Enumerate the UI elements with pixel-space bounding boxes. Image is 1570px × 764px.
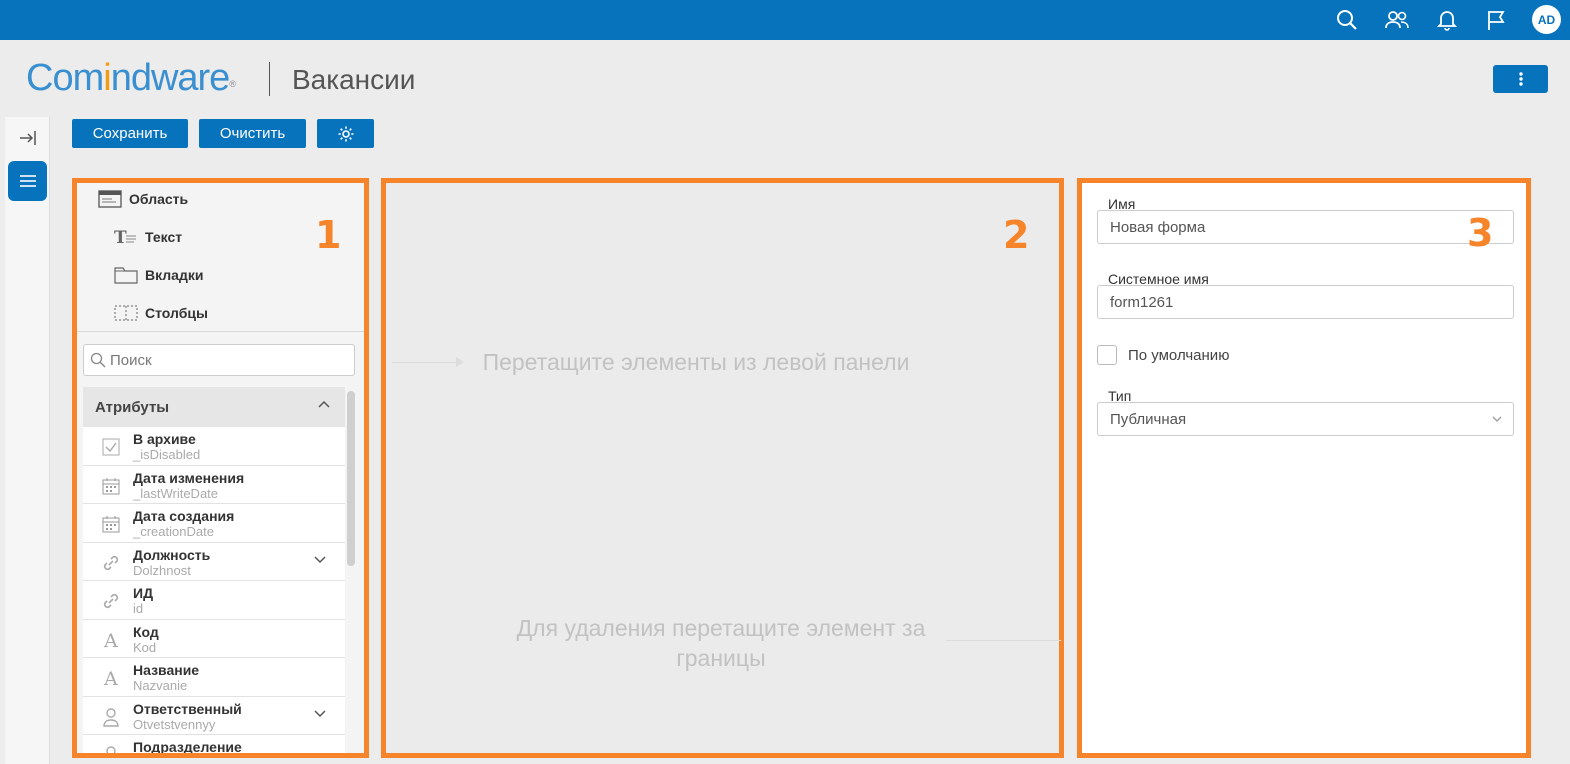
logo: Comindware®	[26, 57, 236, 99]
chevron-down-icon[interactable]	[313, 555, 327, 565]
form-canvas[interactable]: Перетащите элементы из левой панели Для …	[381, 178, 1064, 758]
tabs-icon	[113, 265, 139, 285]
bell-icon[interactable]	[1433, 6, 1461, 34]
vertical-dots-icon	[1518, 72, 1523, 86]
system-name-field[interactable]: form1261	[1097, 285, 1514, 319]
more-options-button[interactable]	[1493, 65, 1548, 93]
list-item[interactable]: Подразделение	[83, 735, 345, 753]
hamburger-icon	[19, 175, 36, 187]
search-input[interactable]: Поиск	[83, 344, 355, 376]
clear-button[interactable]: Очистить	[199, 119, 306, 148]
arrow-to-right-icon	[19, 131, 36, 145]
person-icon	[101, 745, 121, 753]
default-checkbox[interactable]	[1097, 345, 1117, 365]
page-title: Вакансии	[292, 64, 416, 95]
divider	[77, 331, 364, 332]
columns-icon	[113, 303, 139, 323]
save-button[interactable]: Сохранить	[72, 119, 188, 148]
calendar-icon	[101, 514, 121, 534]
remove-hint-line	[946, 640, 1061, 641]
annotation-number: 2	[1003, 213, 1030, 257]
list-item[interactable]: Должность Dolzhnost	[83, 542, 345, 581]
attributes-list: В архиве _isDisabled Дата изменения _las…	[83, 427, 345, 753]
elements-panel: Область T Текст Вкладки Столбцы Поиск Ат…	[72, 178, 369, 758]
list-item[interactable]: Ответственный Otvetstvennyy	[83, 696, 345, 735]
annotation-number: 1	[315, 213, 342, 257]
gear-icon	[338, 126, 353, 141]
area-icon	[97, 189, 123, 209]
layout-item-area[interactable]: Область	[97, 189, 188, 209]
header-divider	[269, 62, 270, 96]
avatar[interactable]: AD	[1532, 5, 1561, 34]
layout-item-columns[interactable]: Столбцы	[113, 303, 208, 323]
person-icon	[101, 707, 121, 727]
chevron-down-icon	[1492, 416, 1502, 422]
attributes-header[interactable]: Атрибуты	[83, 387, 345, 427]
settings-button[interactable]	[317, 119, 374, 148]
scrollbar[interactable]	[347, 391, 355, 566]
text-a-icon: A	[101, 630, 121, 650]
flag-icon[interactable]	[1482, 6, 1510, 34]
chevron-up-icon	[318, 400, 330, 408]
users-icon[interactable]	[1383, 6, 1411, 34]
list-item[interactable]: A Код Kod	[83, 619, 345, 658]
collapse-rail-button[interactable]	[10, 123, 45, 153]
search-placeholder: Поиск	[110, 351, 152, 369]
list-item[interactable]: В архиве _isDisabled	[83, 427, 345, 466]
layout-item-tabs[interactable]: Вкладки	[113, 265, 203, 285]
list-item[interactable]: Дата создания _creationDate	[83, 504, 345, 543]
list-item[interactable]: ИД id	[83, 581, 345, 620]
calendar-icon	[101, 476, 121, 496]
svg-text:A: A	[103, 630, 118, 650]
drop-hint-line	[392, 362, 462, 363]
text-icon: T	[113, 227, 139, 247]
text-a-icon: A	[101, 668, 121, 688]
name-field[interactable]: Новая форма	[1097, 210, 1514, 244]
drop-hint: Перетащите элементы из левой панели	[482, 349, 910, 375]
default-checkbox-label: По умолчанию	[1128, 347, 1230, 364]
link-icon	[101, 553, 121, 573]
remove-hint: Для удаления перетащите элемент за грани…	[516, 615, 926, 671]
left-rail	[5, 117, 50, 764]
properties-panel: Имя Новая форма Системное имя form1261 П…	[1077, 178, 1531, 758]
search-icon	[90, 352, 106, 368]
list-item[interactable]: A Название Nazvanie	[83, 658, 345, 697]
link-icon	[101, 591, 121, 611]
search-icon[interactable]	[1333, 6, 1361, 34]
top-bar: AD	[0, 0, 1570, 40]
menu-button[interactable]	[8, 161, 47, 201]
svg-text:A: A	[103, 668, 118, 688]
arrow-right-icon	[456, 357, 464, 367]
type-select[interactable]: Публичная	[1097, 402, 1514, 436]
chevron-down-icon[interactable]	[313, 709, 327, 719]
list-item[interactable]: Дата изменения _lastWriteDate	[83, 465, 345, 504]
annotation-number: 3	[1467, 211, 1494, 255]
svg-text:T: T	[114, 228, 127, 246]
checkbox-icon	[101, 437, 121, 457]
layout-item-text[interactable]: T Текст	[113, 227, 182, 247]
